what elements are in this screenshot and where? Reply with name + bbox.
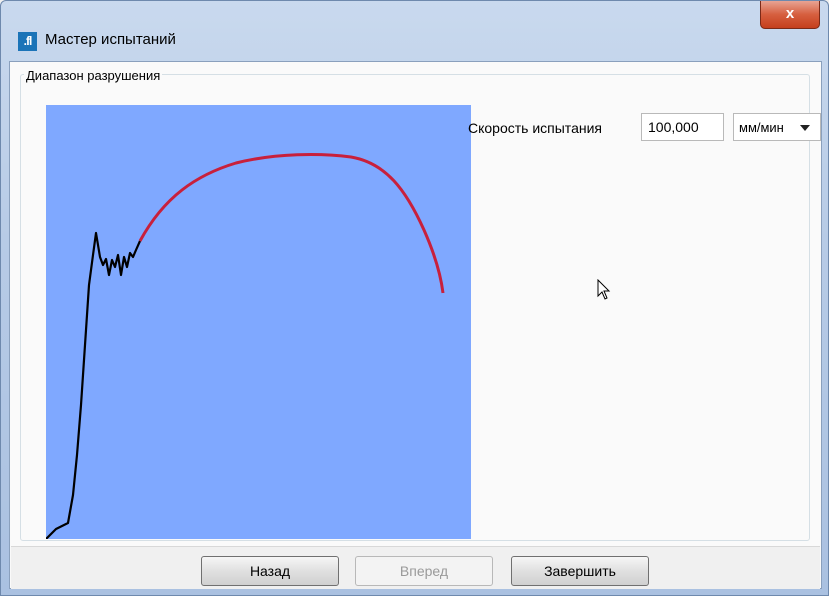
back-button[interactable]: Назад xyxy=(201,556,339,586)
unit-selected-value: мм/мин xyxy=(739,120,784,135)
speed-label: Скорость испытания xyxy=(468,120,602,136)
dialog-client-area: Диапазон разрушения Скорость испытания м… xyxy=(9,61,822,589)
next-button[interactable]: Вперед xyxy=(355,556,493,586)
mouse-cursor-icon xyxy=(597,279,611,300)
curve-break-range-segment xyxy=(138,153,445,294)
chevron-down-icon xyxy=(800,125,810,131)
speed-input[interactable] xyxy=(641,113,724,141)
app-icon: .fl xyxy=(18,32,37,51)
finish-button[interactable]: Завершить xyxy=(511,556,649,586)
load-curve-plot xyxy=(46,105,471,539)
curve-initial-segment xyxy=(46,231,142,539)
dialog-window: .fl Мастер испытаний x Диапазон разрушен… xyxy=(0,0,829,596)
button-bar: Назад Вперед Завершить xyxy=(11,546,820,589)
window-title: Мастер испытаний xyxy=(45,31,176,48)
close-button[interactable]: x xyxy=(760,1,820,29)
load-curve-svg xyxy=(46,153,445,539)
group-title: Диапазон разрушения xyxy=(24,68,163,83)
break-range-group xyxy=(20,74,810,541)
unit-dropdown[interactable]: мм/мин xyxy=(733,113,821,141)
title-bar[interactable]: .fl Мастер испытаний x xyxy=(1,1,829,61)
